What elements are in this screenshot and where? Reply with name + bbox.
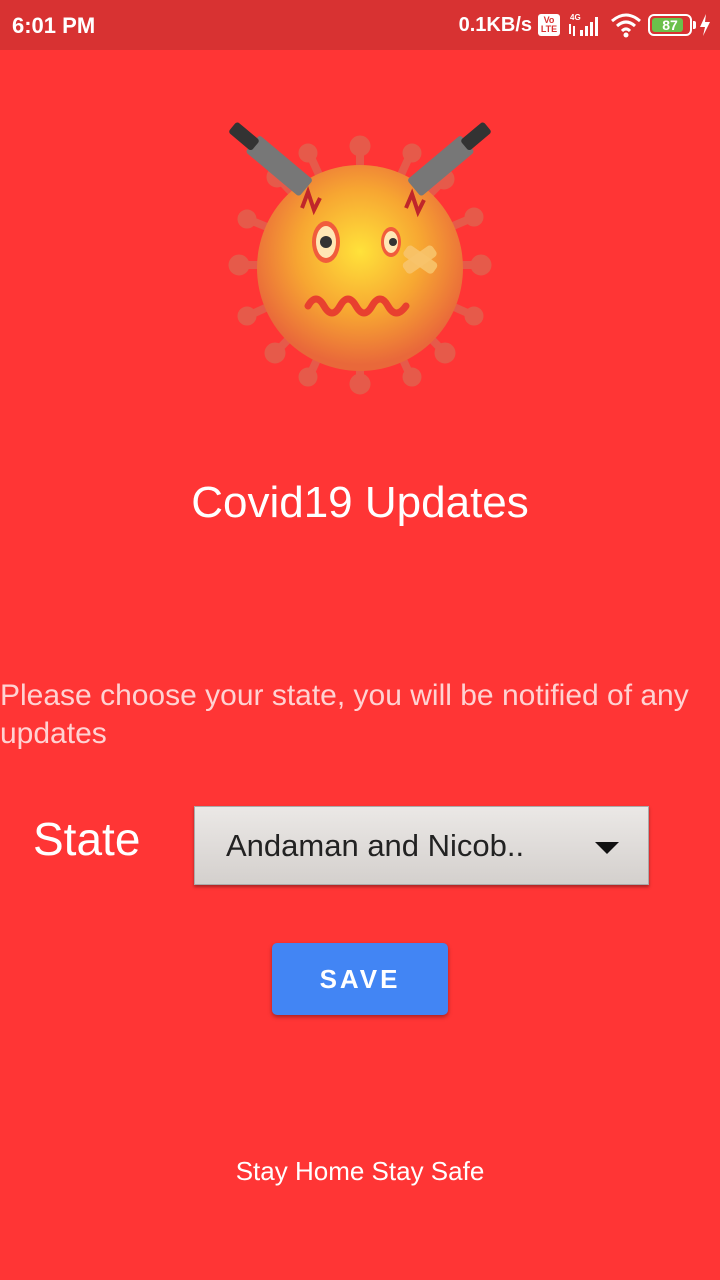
status-icons: 0.1KB/s Vo LTE 4G 87	[459, 10, 712, 40]
battery-level: 87	[662, 17, 678, 33]
status-time: 6:01 PM	[12, 13, 96, 38]
network-type: 4G	[570, 13, 581, 22]
lightning-icon	[700, 14, 710, 36]
volte-icon: Vo LTE	[538, 14, 560, 36]
dropdown-arrow-icon	[595, 842, 619, 854]
state-prompt: Please choose your state, you will be no…	[0, 679, 689, 750]
volte-bottom-text: LTE	[540, 24, 558, 34]
battery-icon: 87	[648, 14, 696, 36]
state-selected-value: Andaman and Nicob..	[226, 827, 525, 863]
virus-illustration-icon	[228, 122, 492, 395]
network-speed: 0.1KB/s	[458, 13, 532, 36]
state-dropdown[interactable]: Andaman and Nicob..	[194, 806, 649, 885]
state-label: State	[33, 813, 141, 865]
footer-slogan: Stay Home Stay Safe	[235, 1156, 485, 1186]
status-bar: 6:01 PM 0.1KB/s Vo LTE 4G 87	[0, 0, 720, 50]
signal-bars-icon: 4G	[569, 13, 598, 36]
app-title: Covid19 Updates	[191, 478, 529, 527]
wifi-icon	[611, 13, 641, 38]
save-button[interactable]: SAVE	[272, 943, 448, 1015]
